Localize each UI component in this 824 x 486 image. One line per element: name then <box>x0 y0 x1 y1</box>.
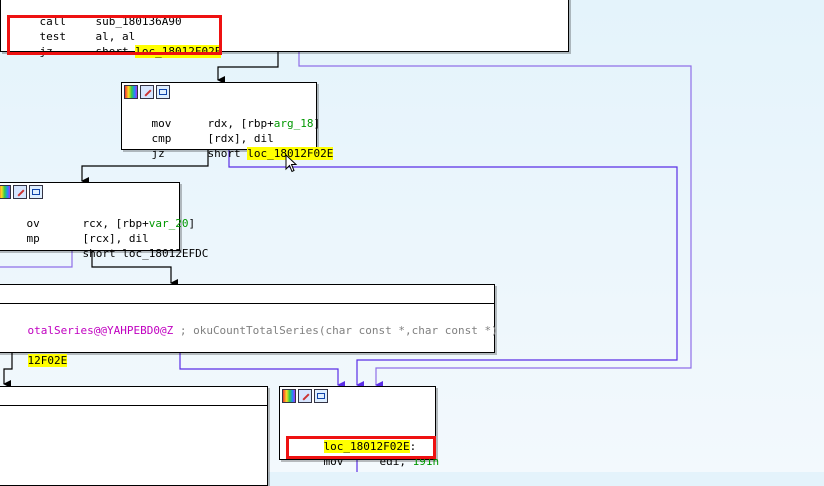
mnemonic: mp <box>26 232 40 245</box>
instruction-row: call sub_180136A90 <box>1 0 568 28</box>
stack-variable[interactable]: var_20 <box>149 217 189 230</box>
graph-icon[interactable] <box>156 85 170 99</box>
operand-prefix: short <box>207 147 248 160</box>
edit-icon[interactable] <box>13 185 27 199</box>
operand-end: ] <box>313 117 321 130</box>
stack-variable[interactable]: arg_18 <box>274 117 314 130</box>
block-header <box>280 387 435 405</box>
instruction-row: ov rcx, [rbp+var_20] <box>0 201 196 230</box>
operand: rdx, [rbp+ <box>207 117 274 130</box>
mnemonic: ov <box>26 217 40 230</box>
operand: [rcx], dil <box>82 232 149 245</box>
edge-top-to-mid <box>217 52 279 84</box>
color-icon[interactable] <box>0 185 11 199</box>
edit-icon[interactable] <box>140 85 154 99</box>
basic-block-left[interactable]: ov rcx, [rbp+var_20] mp [rcx], dil short l… <box>0 182 208 260</box>
graph-icon[interactable] <box>314 389 328 403</box>
basic-block-mid[interactable]: mov rdx, [rbp+arg_18] cmp [rdx], dil jz sho… <box>121 82 334 160</box>
operand: short loc_18012EFDC <box>82 247 209 260</box>
operand: [rdx], dil <box>207 132 274 145</box>
graph-icon[interactable] <box>29 185 43 199</box>
edge-wide-to-target <box>179 353 345 389</box>
operand: rcx, [rbp+ <box>82 217 149 230</box>
instruction-row: 12F02E <box>0 338 494 367</box>
block-header <box>122 83 316 101</box>
instruction-row: otalSeries@@YAHPEBD0@Z ; okuCountTotalSe… <box>0 308 498 337</box>
color-icon[interactable] <box>124 85 138 99</box>
instruction-row: mov rdx, [rbp+arg_18] <box>122 101 321 130</box>
color-icon[interactable] <box>282 389 296 403</box>
function-symbol[interactable]: otalSeries@@YAHPEBD0@Z <box>28 324 174 337</box>
edit-icon[interactable] <box>298 389 312 403</box>
mnemonic: mov <box>151 117 172 130</box>
red-annotation-box <box>286 436 436 459</box>
operand-end: ] <box>188 217 196 230</box>
basic-block-wide[interactable]: otalSeries@@YAHPEBD0@Z ; okuCountTotalSe… <box>0 284 498 367</box>
comment: ; okuCountTotalSeries(char const *,char … <box>173 324 498 337</box>
mnemonic: jz <box>151 147 165 160</box>
basic-block-bottom-left[interactable] <box>0 386 268 486</box>
block-header <box>0 387 267 406</box>
mnemonic: cmp <box>151 132 172 145</box>
mouse-cursor-icon <box>285 154 298 173</box>
block-header <box>0 285 494 304</box>
red-annotation-box <box>7 15 222 55</box>
block-header <box>0 183 179 201</box>
jump-target-label[interactable]: 12F02E <box>27 354 68 367</box>
